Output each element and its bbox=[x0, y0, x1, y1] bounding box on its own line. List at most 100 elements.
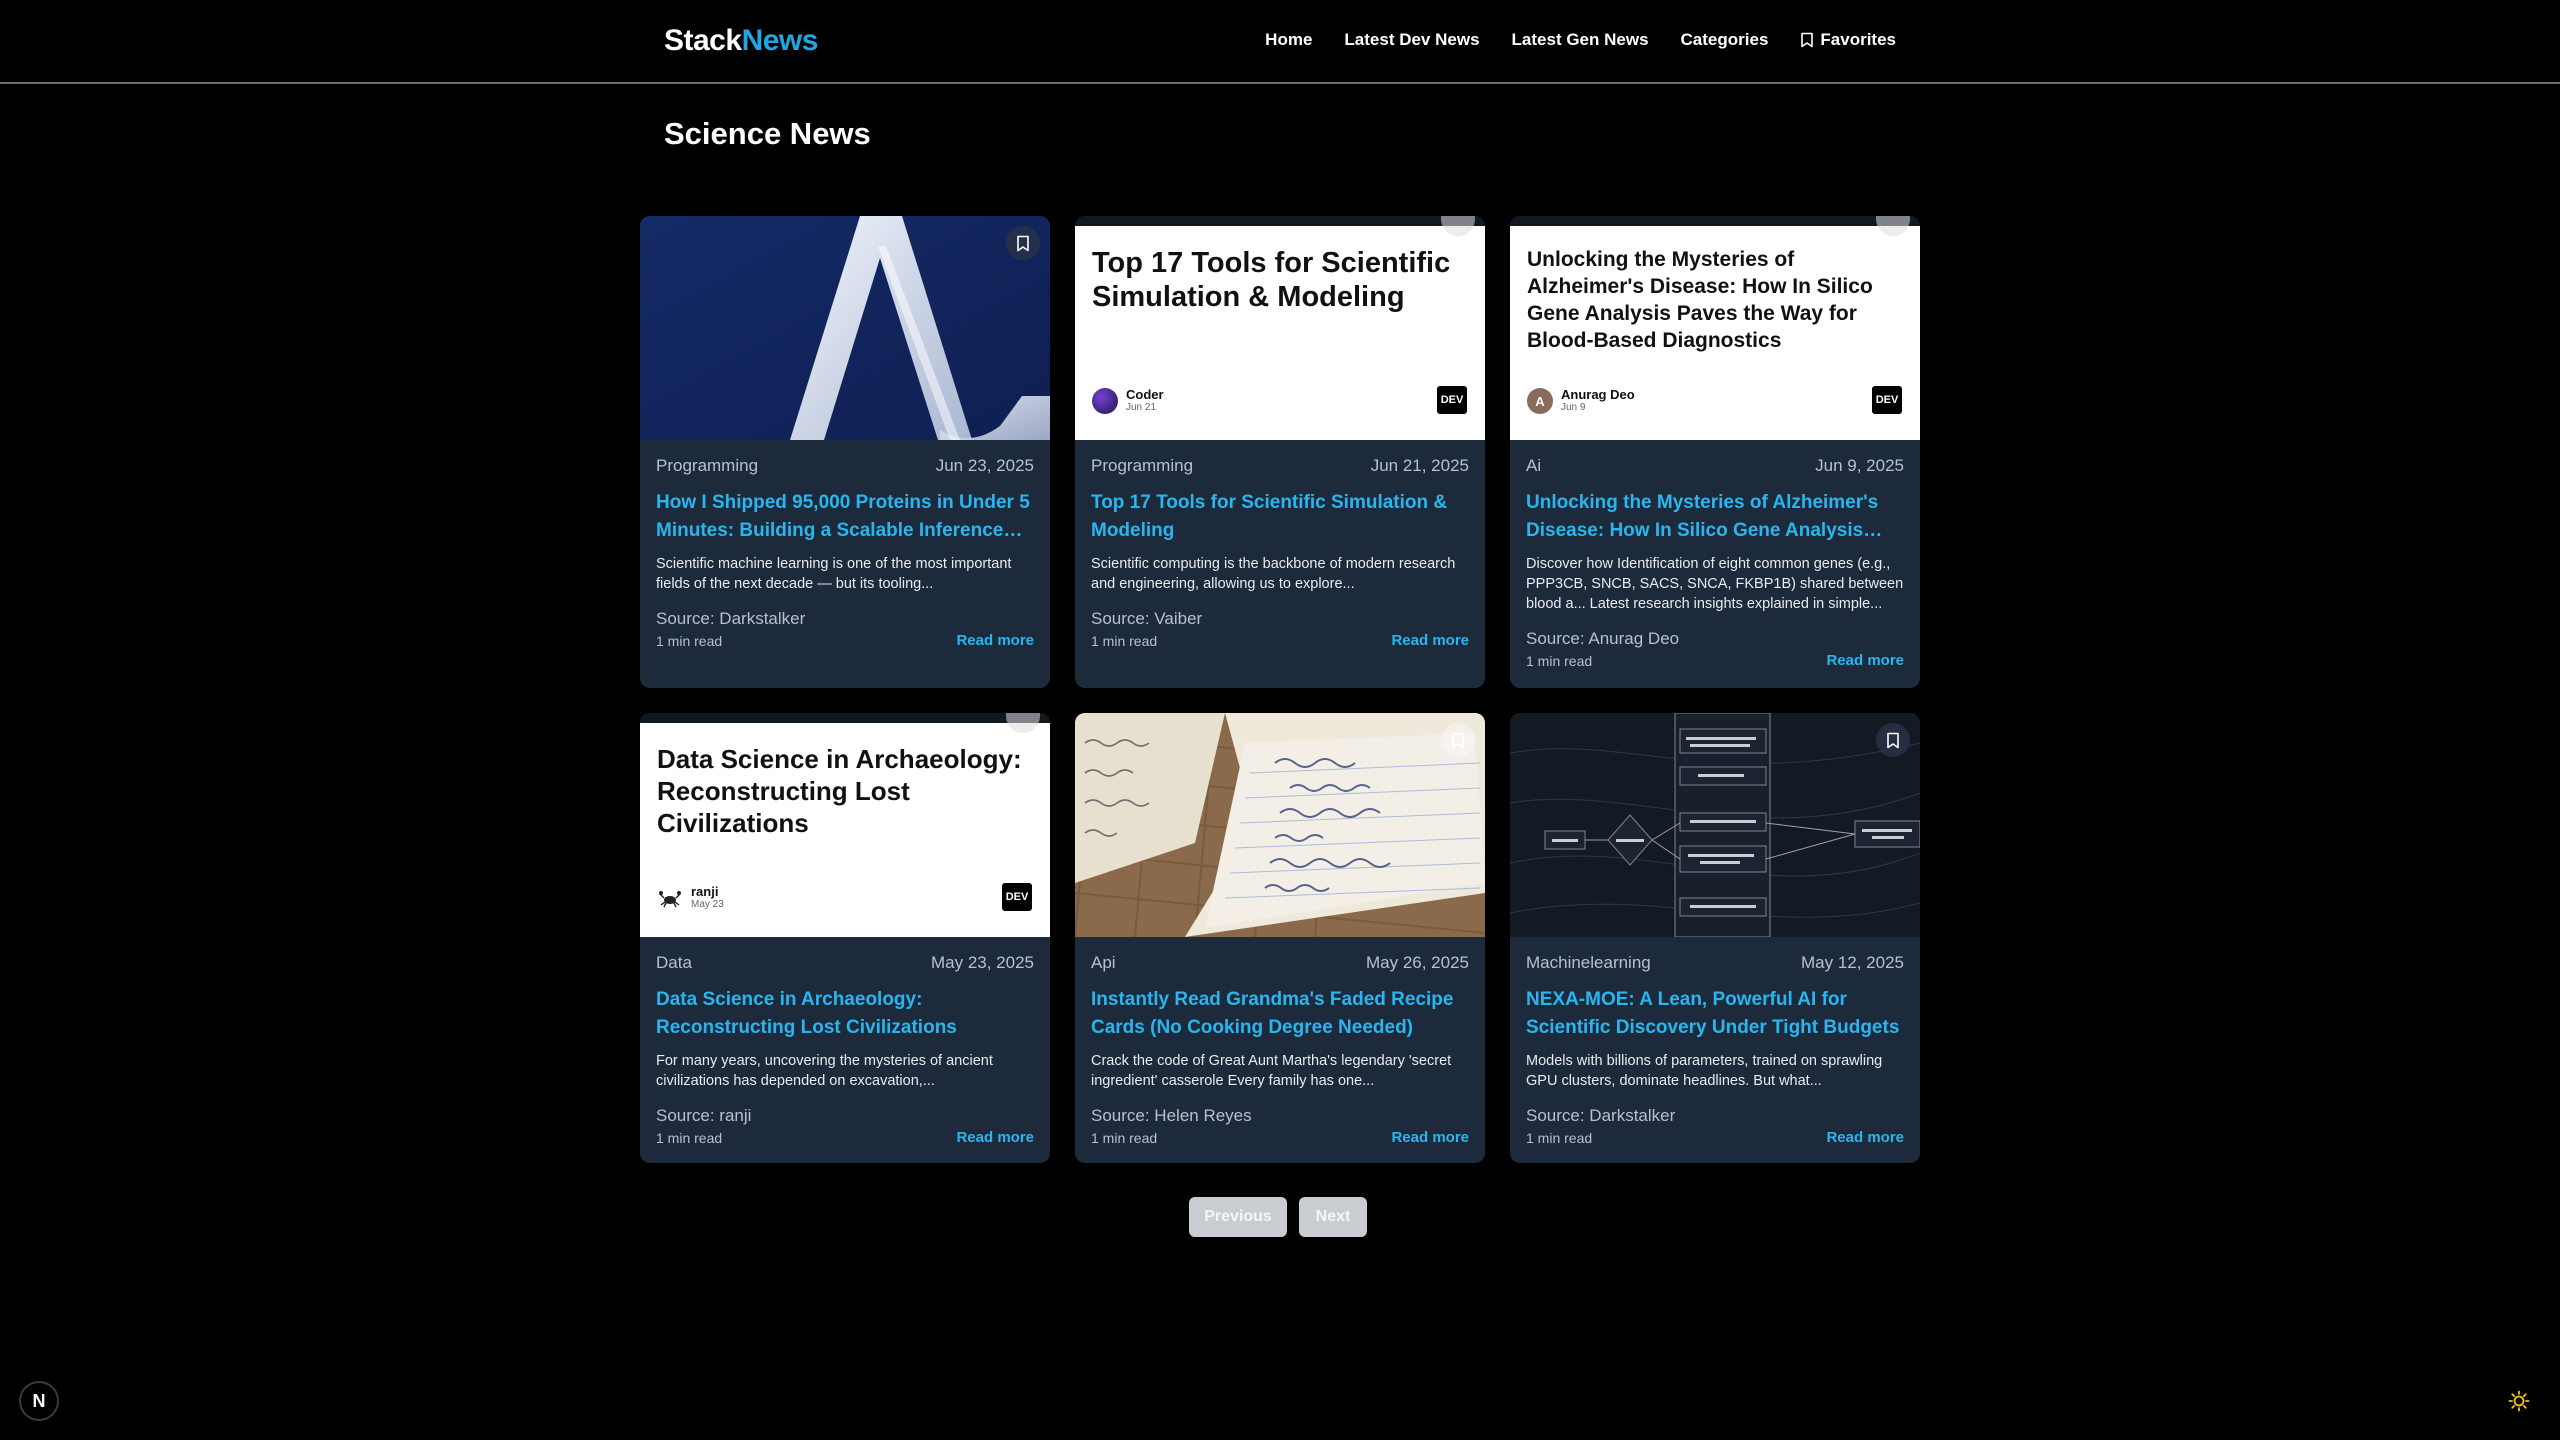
nav-favorites[interactable]: Favorites bbox=[1800, 30, 1896, 50]
bookmark-icon bbox=[1887, 732, 1899, 748]
news-card[interactable]: Machinelearning May 12, 2025 NEXA-MOE: A … bbox=[1510, 713, 1920, 1163]
card-date: Jun 9, 2025 bbox=[1815, 456, 1904, 475]
card-date: Jun 21, 2025 bbox=[1370, 456, 1469, 475]
card-category: Programming bbox=[656, 456, 759, 475]
logo-part-1: Stack bbox=[664, 24, 742, 57]
card-thumbnail bbox=[1510, 713, 1920, 937]
news-card[interactable]: Data Science in Archaeology: Reconstruct… bbox=[640, 713, 1050, 1163]
card-source: Source: Darkstalker bbox=[1526, 1106, 1676, 1125]
read-more-link[interactable]: Read more bbox=[1826, 652, 1904, 669]
thumbnail-top-strip bbox=[640, 713, 1050, 723]
site-logo[interactable]: StackNews bbox=[664, 24, 818, 58]
theme-toggle-sun-icon[interactable] bbox=[2508, 1390, 2530, 1412]
nav-latest-gen-news-label: Latest Gen News bbox=[1511, 30, 1649, 49]
read-more-link[interactable]: Read more bbox=[1391, 1129, 1469, 1146]
nav-categories[interactable]: Categories bbox=[1681, 30, 1769, 50]
previous-button[interactable]: Previous bbox=[1189, 1197, 1287, 1237]
read-more-link[interactable]: Read more bbox=[956, 1129, 1034, 1146]
bookmark-button[interactable] bbox=[1006, 226, 1040, 260]
cover-author-name: Coder bbox=[1126, 387, 1164, 402]
nav-latest-gen-news[interactable]: Latest Gen News bbox=[1512, 30, 1649, 50]
nav-latest-dev-news[interactable]: Latest Dev News bbox=[1344, 30, 1479, 50]
pagination: Previous Next bbox=[1189, 1197, 1367, 1237]
read-more-link[interactable]: Read more bbox=[1826, 1129, 1904, 1146]
logo-part-2: News bbox=[741, 24, 819, 57]
card-category: Data bbox=[656, 953, 692, 972]
dev-cover-image: Unlocking the Mysteries of Alzheimer's D… bbox=[1510, 226, 1920, 440]
framework-badge[interactable]: N bbox=[19, 1381, 59, 1421]
card-source: Source: Darkstalker bbox=[656, 609, 806, 628]
dev-cover-image: Top 17 Tools for Scientific Simulation &… bbox=[1075, 226, 1485, 440]
card-read-time: 1 min read bbox=[1526, 1129, 1593, 1146]
nav-home-label: Home bbox=[1265, 30, 1313, 49]
card-thumbnail: Data Science in Archaeology: Reconstruct… bbox=[640, 713, 1050, 937]
bookmark-button[interactable] bbox=[1441, 723, 1475, 757]
card-category: Programming bbox=[1091, 456, 1194, 475]
card-category: Api bbox=[1091, 953, 1116, 972]
cover-author: ranji May 23 bbox=[657, 885, 724, 911]
card-source: Source: Anurag Deo bbox=[1526, 629, 1680, 648]
bookmark-icon bbox=[1452, 732, 1464, 748]
read-more-link[interactable]: Read more bbox=[1391, 632, 1469, 649]
nav-categories-label: Categories bbox=[1680, 30, 1769, 49]
card-date: May 23, 2025 bbox=[930, 953, 1034, 972]
cover-title: Data Science in Archaeology: Reconstruct… bbox=[657, 744, 1022, 838]
cover-author: A Anurag Deo Jun 9 bbox=[1527, 388, 1635, 414]
read-more-link[interactable]: Read more bbox=[956, 632, 1034, 649]
news-card[interactable]: Programming Jun 23, 2025 How I Shipped 95… bbox=[640, 216, 1050, 688]
cover-author-date: May 23 bbox=[691, 899, 724, 910]
thumbnail-top-strip bbox=[1510, 216, 1920, 226]
card-description: Scientific machine learning is one of th… bbox=[656, 556, 1012, 592]
thumbnail-top-strip bbox=[1075, 216, 1485, 226]
bookmark-icon bbox=[1017, 235, 1029, 251]
recipe-cards-image bbox=[1075, 713, 1485, 937]
card-read-time: 1 min read bbox=[1526, 652, 1593, 669]
card-source: Source: ranji bbox=[656, 1106, 752, 1125]
card-description: Crack the code of Great Aunt Martha's le… bbox=[1091, 1053, 1452, 1089]
dev-logo: DEV bbox=[1437, 386, 1467, 414]
card-title[interactable]: Top 17 Tools for Scientific Simulation &… bbox=[1091, 489, 1469, 545]
crab-icon bbox=[659, 891, 681, 908]
card-description: Models with billions of parameters, trai… bbox=[1526, 1053, 1883, 1089]
card-date: May 12, 2025 bbox=[1800, 953, 1904, 972]
card-source: Source: Helen Reyes bbox=[1091, 1106, 1252, 1125]
card-read-time: 1 min read bbox=[1091, 632, 1158, 649]
news-grid: Programming Jun 23, 2025 How I Shipped 95… bbox=[640, 216, 1920, 1163]
avatar bbox=[657, 885, 683, 911]
card-category: Ai bbox=[1526, 456, 1542, 475]
card-thumbnail: Unlocking the Mysteries of Alzheimer's D… bbox=[1510, 216, 1920, 440]
nav-home[interactable]: Home bbox=[1265, 30, 1312, 50]
cover-author-date: Jun 9 bbox=[1561, 402, 1586, 413]
cover-author: Coder Jun 21 bbox=[1092, 388, 1164, 414]
card-title[interactable]: Unlocking the Mysteries of Alzheimer's D… bbox=[1526, 489, 1904, 545]
dev-cover-image: Data Science in Archaeology: Reconstruct… bbox=[640, 723, 1050, 937]
card-thumbnail bbox=[640, 216, 1050, 440]
cover-author-name: ranji bbox=[691, 884, 719, 899]
cover-author-name: Anurag Deo bbox=[1561, 387, 1635, 402]
card-read-time: 1 min read bbox=[1091, 1129, 1158, 1146]
cover-author-date: Jun 21 bbox=[1126, 402, 1157, 413]
card-title[interactable]: NEXA-MOE: A Lean, Powerful AI for Scient… bbox=[1526, 986, 1904, 1042]
bookmark-button[interactable] bbox=[1876, 723, 1910, 757]
news-card[interactable]: Api May 26, 2025 Instantly Read Grandma's… bbox=[1075, 713, 1485, 1163]
card-date: Jun 23, 2025 bbox=[935, 456, 1034, 475]
card-thumbnail bbox=[1075, 713, 1485, 937]
card-date: May 26, 2025 bbox=[1365, 953, 1469, 972]
card-title[interactable]: Instantly Read Grandma's Faded Recipe Ca… bbox=[1091, 986, 1469, 1042]
architecture-diagram-image bbox=[1510, 713, 1920, 937]
avatar: A bbox=[1527, 388, 1553, 414]
card-category: Machinelearning bbox=[1526, 953, 1651, 972]
dev-logo: DEV bbox=[1002, 883, 1032, 911]
card-description: For many years, uncovering the mysteries… bbox=[656, 1053, 993, 1089]
news-card[interactable]: Top 17 Tools for Scientific Simulation &… bbox=[1075, 216, 1485, 688]
card-title[interactable]: Data Science in Archaeology: Reconstruct… bbox=[656, 986, 1034, 1042]
news-card[interactable]: Unlocking the Mysteries of Alzheimer's D… bbox=[1510, 216, 1920, 688]
card-title[interactable]: How I Shipped 95,000 Proteins in Under 5… bbox=[656, 489, 1034, 545]
page-title: Science News bbox=[664, 116, 871, 151]
cover-title: Unlocking the Mysteries of Alzheimer's D… bbox=[1527, 248, 1873, 352]
card-read-time: 1 min read bbox=[656, 632, 723, 649]
card-description: Discover how Identification of eight com… bbox=[1526, 556, 1904, 612]
card-thumbnail: Top 17 Tools for Scientific Simulation &… bbox=[1075, 216, 1485, 440]
nav-favorites-label: Favorites bbox=[1820, 30, 1896, 49]
next-button[interactable]: Next bbox=[1299, 1197, 1367, 1237]
